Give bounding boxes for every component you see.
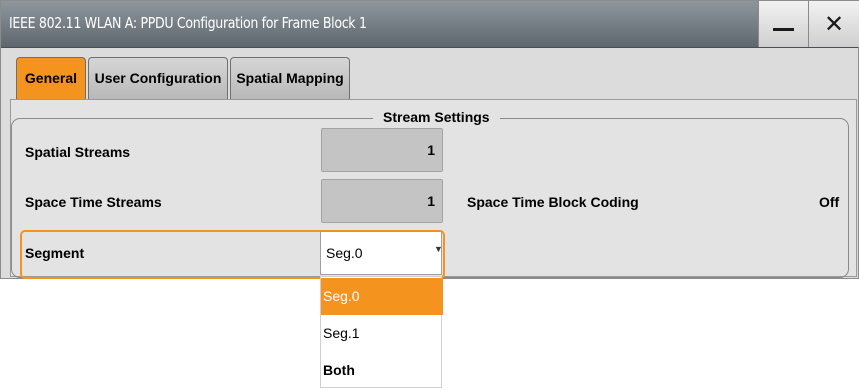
section-title: Stream Settings [373, 109, 500, 125]
space-time-streams-label: Space Time Streams [25, 194, 162, 210]
segment-dropdown-list: Seg.0 Seg.1 Both [320, 276, 443, 389]
title-bar[interactable]: IEEE 802.11 WLAN A: PPDU Configuration f… [1, 1, 859, 48]
option-seg1[interactable]: Seg.1 [321, 315, 443, 352]
close-icon: ✕ [823, 10, 845, 38]
minimize-button[interactable] [758, 1, 808, 47]
tab-general[interactable]: General [16, 57, 86, 99]
stbc-value[interactable]: Off [819, 194, 839, 210]
segment-selected-value: Seg.0 [326, 245, 363, 261]
option-seg0[interactable]: Seg.0 [321, 278, 443, 315]
tab-user-configuration[interactable]: User Configuration [88, 57, 228, 99]
window-title: IEEE 802.11 WLAN A: PPDU Configuration f… [9, 14, 367, 32]
space-time-streams-field[interactable]: 1 [321, 179, 443, 223]
spatial-streams-field[interactable]: 1 [321, 128, 443, 172]
close-button[interactable]: ✕ [808, 1, 859, 47]
segment-select[interactable]: Seg.0 ▼ [320, 231, 443, 275]
stbc-label: Space Time Block Coding [467, 194, 639, 210]
segment-label: Segment [25, 245, 85, 261]
dropdown-arrow-icon: ▼ [434, 244, 443, 254]
tab-spatial-mapping[interactable]: Spatial Mapping [230, 57, 350, 99]
spatial-streams-label: Spatial Streams [25, 144, 131, 160]
minimize-icon [773, 28, 794, 31]
option-both[interactable]: Both [321, 352, 443, 389]
